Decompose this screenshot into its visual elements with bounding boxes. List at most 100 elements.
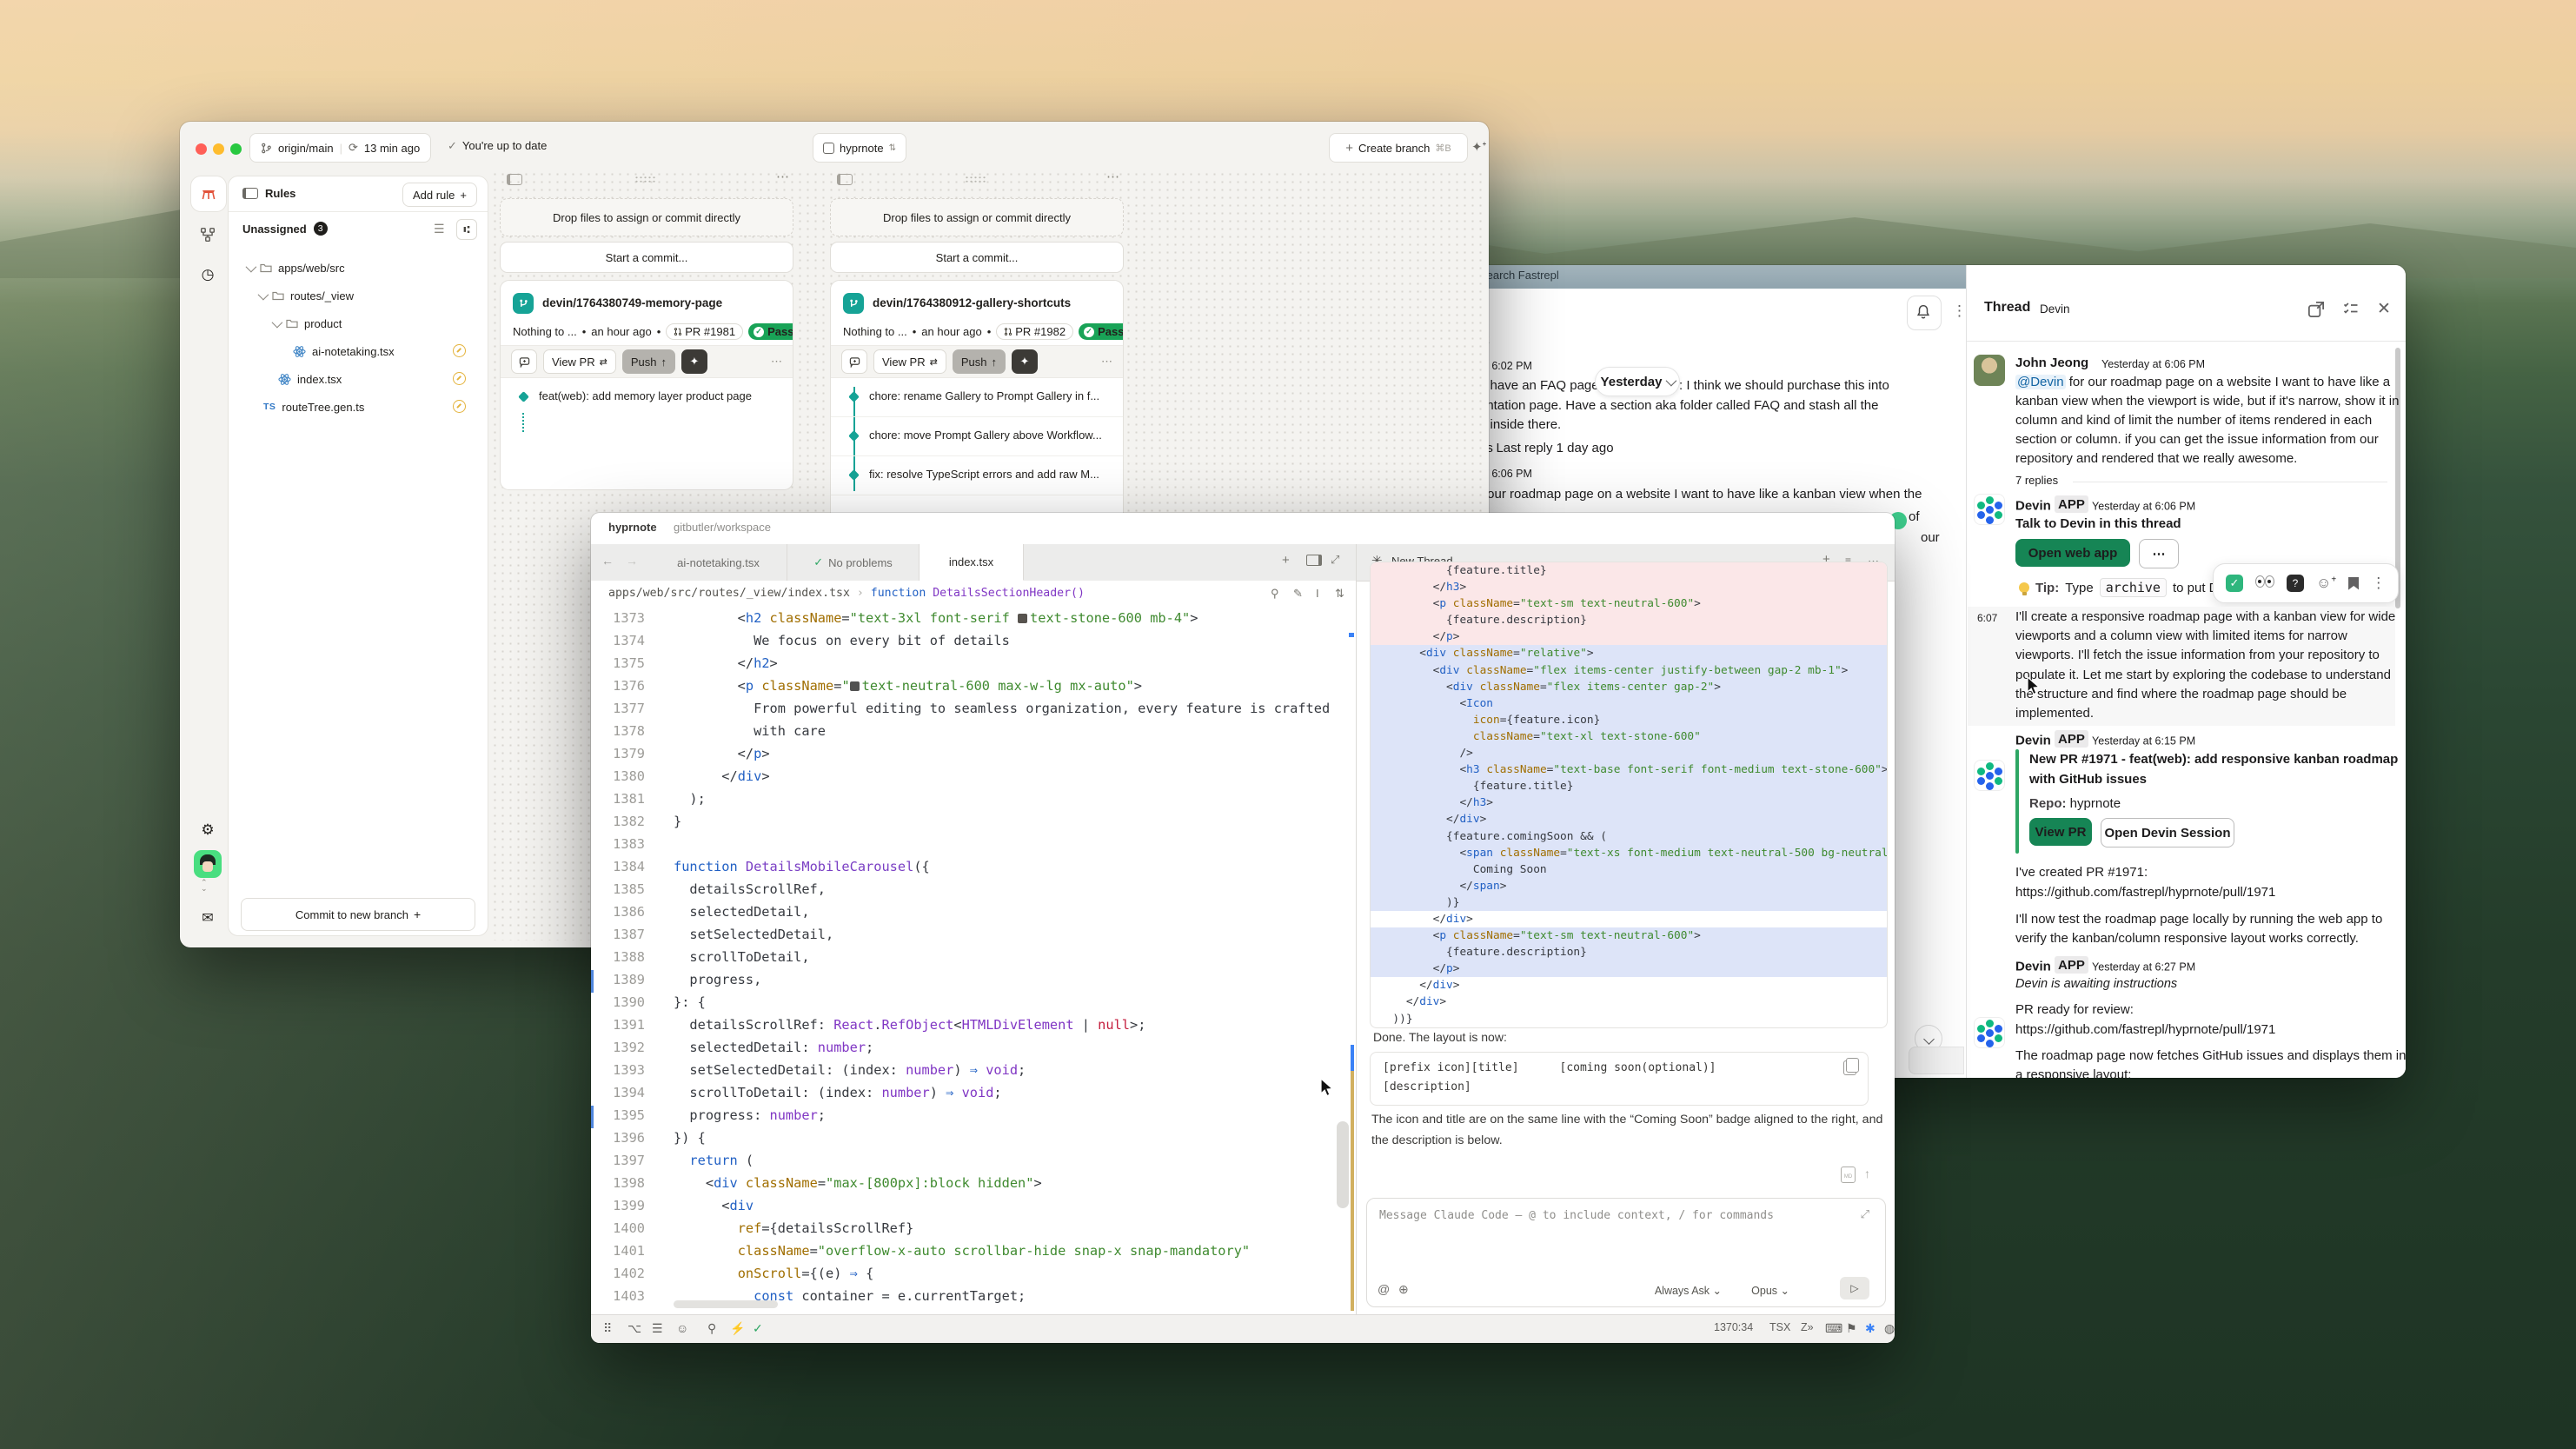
message-author[interactable]: John Jeong (2015, 356, 2088, 370)
tab-index-active[interactable]: index.tsx (920, 544, 1024, 581)
tree-file-ai-notetaking[interactable]: ai-notetaking.tsx (293, 338, 395, 364)
branch-name[interactable]: devin/1764380749-memory-page (542, 296, 722, 309)
git-branch-icon[interactable]: ⌥ (627, 1321, 641, 1336)
view-pr-button[interactable]: View PR (2029, 818, 2092, 846)
create-branch-button[interactable]: +Create branch⌘B (1329, 133, 1468, 163)
actions-kebab[interactable]: ⋯ (1101, 355, 1112, 369)
tree-folder-product[interactable]: product (272, 310, 342, 336)
commit-row[interactable]: fix: resolve TypeScript errors and add r… (831, 456, 1123, 495)
code-editor[interactable]: 1373 <h2 className="text-3xl font-serif … (591, 608, 1356, 1314)
drag-handle-icon[interactable] (965, 176, 987, 183)
commit-to-new-branch-button[interactable]: Commit to new branch+ (241, 898, 475, 931)
send-button[interactable]: ▷ (1840, 1277, 1869, 1299)
start-commit-button[interactable]: Start a commit... (830, 242, 1124, 273)
expand-icon[interactable]: ⤢ (1331, 553, 1339, 567)
slack-search-input[interactable]: Search Fastrepl (1479, 269, 1559, 282)
push-button[interactable]: Push↑ (953, 349, 1006, 374)
rail-workspace-button[interactable] (190, 176, 227, 212)
diff-view[interactable]: {feature.title} </h3> <p className="text… (1371, 562, 1887, 1027)
pr-link[interactable]: https://github.com/fastrepl/hyprnote/pul… (2015, 885, 2275, 900)
date-pill[interactable]: Yesterday (1595, 367, 1680, 396)
agent-message-input[interactable]: Message Claude Code — @ to include conte… (1379, 1209, 1774, 1222)
no-errors-check-icon[interactable]: ✓ (753, 1321, 763, 1336)
comment-button[interactable] (511, 349, 537, 374)
split-pane-icon[interactable] (1306, 555, 1322, 566)
tree-file-index[interactable]: index.tsx (278, 366, 342, 392)
add-rule-button[interactable]: Add rule+ (402, 183, 477, 207)
new-tab-plus-icon[interactable]: + (1282, 553, 1290, 568)
message-more-button[interactable]: ⋯ (2139, 539, 2179, 568)
avatar[interactable] (1974, 355, 2005, 386)
permission-mode-select[interactable]: Always Ask ⌄ (1655, 1284, 1722, 1297)
base-branch-button[interactable]: origin/main | ⟳ 13 min ago (249, 133, 431, 163)
open-web-app-button[interactable]: Open web app (2015, 539, 2130, 567)
search-icon[interactable]: ⚲ (707, 1321, 716, 1336)
target-context-icon[interactable]: ⊕ (1398, 1282, 1409, 1297)
devin-avatar[interactable] (1974, 760, 2005, 791)
drop-zone[interactable]: Drop files to assign or commit directly (500, 198, 793, 236)
code-actions-icon[interactable]: ✎ (1293, 587, 1303, 601)
nav-back-icon[interactable]: ← (601, 554, 614, 568)
commit-row[interactable]: chore: rename Gallery to Prompt Gallery … (831, 378, 1123, 417)
inlay-icon[interactable]: I (1316, 587, 1319, 600)
push-button[interactable]: Push↑ (622, 349, 675, 374)
pane-divider[interactable] (1356, 544, 1357, 1314)
markdown-copy-icon[interactable]: MD (1841, 1167, 1856, 1183)
tab-ai-notetaking[interactable]: ai-notetaking.tsx (650, 544, 787, 581)
breadcrumb[interactable]: apps/web/src/routes/_view/index.tsx › fu… (591, 581, 1356, 609)
collab-icon[interactable]: ☺ (676, 1321, 688, 1335)
view-pr-button[interactable]: View PR⇄ (873, 349, 946, 374)
ai-wand-icon[interactable]: ✦+ (1471, 139, 1486, 155)
model-select[interactable]: Opus ⌄ (1751, 1284, 1789, 1297)
drop-zone[interactable]: Drop files to assign or commit directly (830, 198, 1124, 236)
user-avatar[interactable] (194, 850, 222, 878)
editor-project-title[interactable]: hyprnote (608, 521, 657, 534)
account-switcher-chevrons[interactable]: ⌃⌄ (201, 880, 208, 892)
notifications-icon[interactable]: ◍ (1884, 1321, 1895, 1336)
mention-chip[interactable]: @Devin (2015, 375, 2066, 389)
devin-avatar[interactable] (1974, 1017, 2005, 1048)
add-reaction-icon[interactable]: ☺+ (2316, 575, 2336, 592)
close-icon[interactable]: ✕ (2377, 299, 2391, 319)
view-pr-button[interactable]: View PR⇄ (543, 349, 616, 374)
close-button[interactable] (196, 143, 207, 155)
thread-replies-link[interactable]: es Last reply 1 day ago (1479, 441, 1614, 455)
custom-emoji-icon[interactable]: ? (2287, 575, 2304, 592)
editor-branch-title[interactable]: gitbutler/workspace (674, 521, 771, 534)
open-devin-session-button[interactable]: Open Devin Session (2101, 818, 2234, 847)
rail-feedback-button[interactable]: ✉ (190, 901, 225, 935)
tree-folder-routes-view[interactable]: routes/_view (258, 282, 354, 309)
assistant-icon[interactable]: ✱ (1865, 1321, 1876, 1336)
expand-input-icon[interactable]: ⤢ (1861, 1207, 1869, 1221)
drag-handle-icon[interactable] (634, 176, 657, 183)
start-commit-button[interactable]: Start a commit... (500, 242, 793, 273)
terminal-icon[interactable]: ⌨ (1825, 1321, 1842, 1336)
thread-options-icon[interactable] (2342, 301, 2360, 318)
diagnostics-lightning-icon[interactable]: ⚡ (730, 1321, 745, 1336)
message-time[interactable]: Yesterday at 6:06 PM (2101, 358, 2205, 370)
outline-icon[interactable]: ☰ (652, 1321, 663, 1336)
commit-row[interactable]: feat(web): add memory layer product page (501, 378, 793, 416)
language-mode[interactable]: TSX (1769, 1321, 1790, 1333)
sort-icon[interactable]: ⇅ (1335, 587, 1344, 601)
lane-menu-kebab[interactable]: ⋯ (1106, 169, 1119, 184)
ci-passed-badge[interactable]: ✓Passed (1079, 323, 1124, 340)
copy-icon[interactable] (1846, 1058, 1859, 1073)
tree-folder-apps-web-src[interactable]: apps/web/src (246, 255, 345, 281)
eyes-reaction-icon[interactable] (2255, 575, 2274, 591)
tree-view-icon[interactable]: ⑆ (456, 219, 477, 240)
cursor-position[interactable]: 1370:34 (1714, 1321, 1753, 1333)
rail-settings-button[interactable]: ⚙ (190, 813, 225, 847)
commit-row[interactable]: chore: move Prompt Gallery above Workflo… (831, 417, 1123, 456)
message-kebab-icon[interactable]: ⋮ (2371, 575, 2386, 592)
ci-passed-badge[interactable]: ✓Passed (748, 323, 793, 340)
minimize-button[interactable] (213, 143, 224, 155)
zoom-button[interactable] (230, 143, 242, 155)
open-in-window-icon[interactable] (2307, 301, 2325, 318)
pr-link[interactable]: https://github.com/fastrepl/hyprnote/pul… (2015, 1022, 2275, 1037)
project-switcher[interactable]: hyprnote⇅ (813, 133, 906, 163)
actions-kebab[interactable]: ⋯ (771, 355, 782, 369)
rail-history-button[interactable]: ◷ (190, 257, 225, 292)
panels-icon[interactable]: ⠿ (603, 1321, 612, 1336)
ai-actions-button[interactable]: ✦ (1012, 349, 1038, 374)
